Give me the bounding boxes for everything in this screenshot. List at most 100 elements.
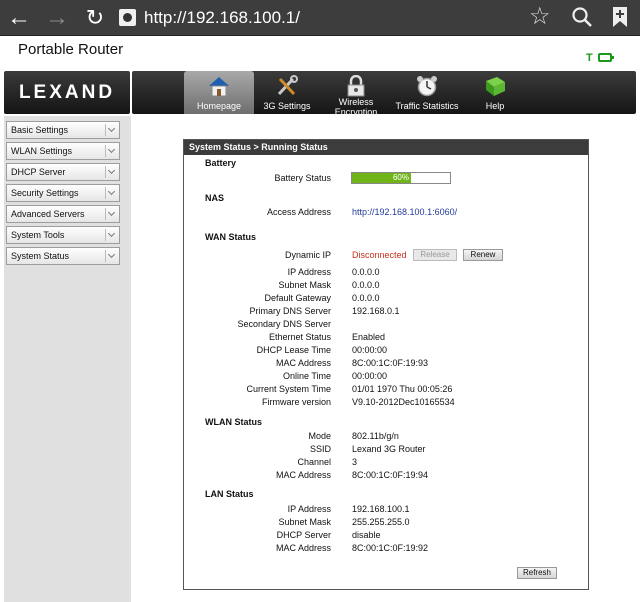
refresh-button[interactable]: Refresh [517, 567, 557, 579]
sidebar-item-system-status[interactable]: System Status [6, 247, 120, 265]
wan-row-value: 8C:00:1C:0F:19:93 [352, 358, 429, 368]
battery-progress-bar: 60% [351, 172, 451, 184]
sidebar-item-label: Security Settings [11, 188, 79, 198]
access-address-label: Access Address [266, 207, 331, 217]
wan-row-label: Secondary DNS Server [237, 319, 331, 329]
tab-traffic-statistics-label: Traffic Statistics [395, 101, 459, 111]
battery-icon [598, 53, 614, 62]
battery-section-title: Battery [205, 158, 237, 168]
tab-help[interactable]: Help [472, 71, 518, 114]
lan-row-value: disable [352, 530, 381, 540]
chevron-down-icon [105, 208, 117, 220]
wan-row-label: MAC Address [275, 358, 331, 368]
lan-row-value: 192.168.100.1 [352, 504, 410, 514]
tab-traffic-statistics[interactable]: Traffic Statistics [392, 71, 462, 114]
page-title: Portable Router [18, 41, 124, 58]
lan-row-label: IP Address [287, 504, 331, 514]
lock-icon [347, 75, 365, 97]
tools-icon [277, 75, 298, 96]
lan-section-title: LAN Status [205, 489, 254, 499]
top-nav: Homepage 3G Settings Wireless Encryption… [132, 71, 636, 117]
sidebar-item-dhcp-server[interactable]: DHCP Server [6, 163, 120, 181]
sidebar-item-security-settings[interactable]: Security Settings [6, 184, 120, 202]
lan-row-label: Subnet Mask [278, 517, 331, 527]
chevron-down-icon [105, 187, 117, 199]
sidebar: Basic Settings WLAN Settings DHCP Server… [4, 116, 131, 602]
site-info-icon[interactable] [119, 9, 136, 26]
release-button[interactable]: Release [413, 249, 457, 261]
wan-row-label: Current System Time [246, 384, 331, 394]
wan-row-value: V9.10-2012Dec10165534 [352, 397, 455, 407]
lan-row-label: DHCP Server [276, 530, 331, 540]
chevron-down-icon [105, 250, 117, 262]
sidebar-item-system-tools[interactable]: System Tools [6, 226, 120, 244]
battery-percent: 60% [392, 173, 409, 182]
tab-3g-settings[interactable]: 3G Settings [262, 71, 312, 114]
wlan-row-value: Lexand 3G Router [352, 444, 426, 454]
search-icon[interactable] [571, 6, 593, 28]
panel-header: System Status > Running Status [184, 140, 588, 155]
wlan-row-label: SSID [309, 444, 331, 454]
signal-indicator: T [586, 52, 593, 64]
sidebar-item-advanced-servers[interactable]: Advanced Servers [6, 205, 120, 223]
nas-section-title: NAS [205, 193, 225, 203]
address-bar[interactable]: http://192.168.100.1/ [144, 6, 300, 30]
battery-status-label: Battery Status [274, 173, 331, 183]
wlan-row-value: 3 [352, 457, 358, 467]
sidebar-item-basic-settings[interactable]: Basic Settings [6, 121, 120, 139]
wan-row-label: IP Address [287, 267, 331, 277]
lan-row-value: 8C:00:1C:0F:19:92 [352, 543, 429, 553]
wlan-section-title: WLAN Status [205, 417, 262, 427]
access-address-link[interactable]: http://192.168.100.1:6060/ [352, 207, 457, 217]
back-arrow-icon[interactable]: ← [6, 5, 32, 31]
book-icon [486, 77, 505, 96]
running-status-panel: System Status > Running Status Battery B… [183, 139, 589, 590]
lan-row-value: 255.255.255.0 [352, 517, 410, 527]
tab-homepage-label: Homepage [196, 101, 242, 111]
dynamic-ip-status: Disconnected [352, 250, 407, 260]
wan-row-value: 00:00:00 [352, 371, 388, 381]
reload-icon[interactable]: ↻ [82, 5, 108, 31]
clock-icon [417, 76, 437, 97]
wlan-row-label: Channel [297, 457, 331, 467]
chevron-down-icon [105, 166, 117, 178]
wan-row-value: 01/01 1970 Thu 00:05:26 [352, 384, 453, 394]
wan-row-value: 0.0.0.0 [352, 293, 380, 303]
wan-row-label: Primary DNS Server [249, 306, 331, 316]
forward-arrow-icon[interactable]: → [44, 5, 70, 31]
sidebar-item-label: System Tools [11, 230, 65, 240]
wan-section-title: WAN Status [205, 232, 257, 242]
dynamic-ip-label: Dynamic IP [284, 250, 331, 260]
browser-toolbar: ← → ↻ http://192.168.100.1/ ☆ [0, 0, 640, 36]
wan-row-label: DHCP Lease Time [256, 345, 331, 355]
tab-3g-settings-label: 3G Settings [263, 101, 311, 111]
wan-row-value: 0.0.0.0 [352, 267, 380, 277]
sidebar-item-label: WLAN Settings [11, 146, 73, 156]
sidebar-item-label: Advanced Servers [11, 209, 85, 219]
wan-row-value: Enabled [352, 332, 386, 342]
wan-row-label: Default Gateway [264, 293, 331, 303]
wlan-row-value: 8C:00:1C:0F:19:94 [352, 470, 429, 480]
tab-help-label: Help [485, 101, 505, 111]
tab-homepage[interactable]: Homepage [184, 71, 254, 114]
logo-bar: LEXAND [4, 71, 130, 114]
renew-button[interactable]: Renew [463, 249, 503, 261]
sidebar-item-label: Basic Settings [11, 125, 69, 135]
bookmark-icon[interactable] [611, 6, 629, 28]
chevron-down-icon [105, 124, 117, 136]
wlan-row-label: MAC Address [275, 470, 331, 480]
wan-row-label: Online Time [282, 371, 331, 381]
sidebar-item-label: System Status [11, 251, 70, 261]
sidebar-item-label: DHCP Server [11, 167, 66, 177]
tab-wireless-encryption[interactable]: Wireless Encryption [330, 71, 382, 117]
sidebar-item-wlan-settings[interactable]: WLAN Settings [6, 142, 120, 160]
lan-row-label: MAC Address [275, 543, 331, 553]
wan-row-label: Subnet Mask [278, 280, 331, 290]
chevron-down-icon [105, 145, 117, 157]
wan-row-label: Firmware version [261, 397, 331, 407]
chevron-down-icon [105, 229, 117, 241]
wan-row-label: Ethernet Status [268, 332, 331, 342]
star-icon[interactable]: ☆ [529, 4, 551, 30]
tab-wireless-encryption-label: Wireless Encryption [334, 97, 378, 117]
wan-row-value: 0.0.0.0 [352, 280, 380, 290]
